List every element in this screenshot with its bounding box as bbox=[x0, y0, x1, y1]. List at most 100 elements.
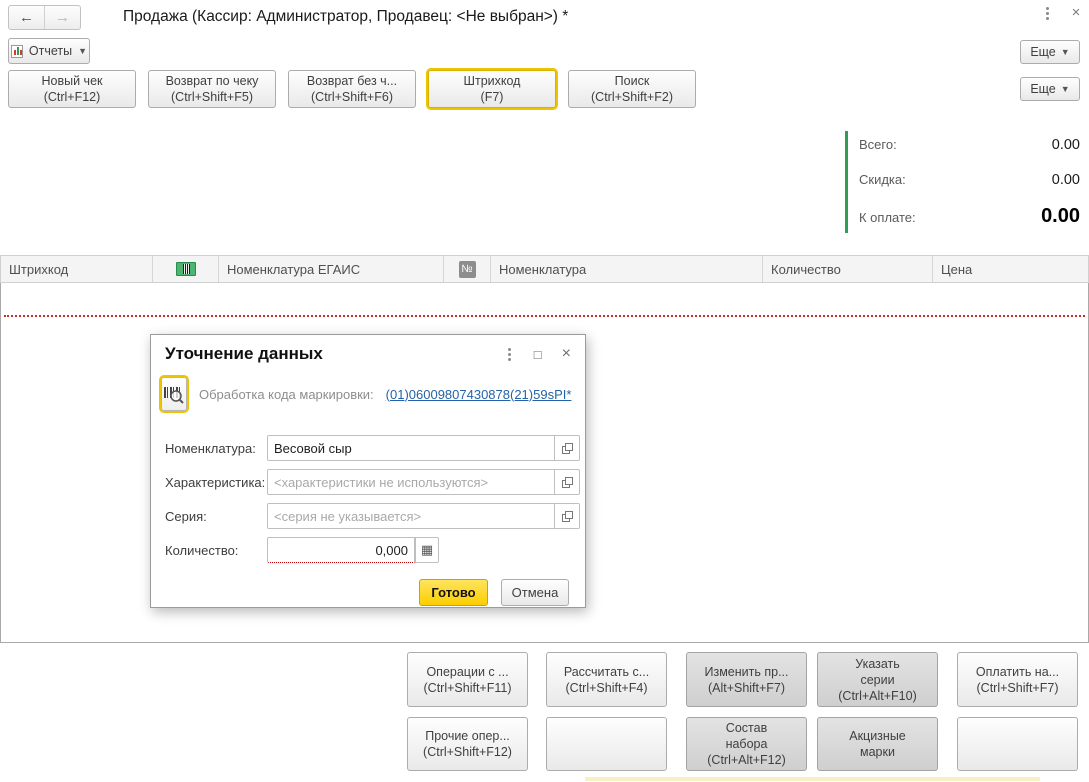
empty-action-button[interactable] bbox=[546, 717, 667, 771]
dialog-titlebar: Уточнение данных □ × bbox=[151, 335, 585, 373]
number-badge-icon: № bbox=[458, 260, 476, 278]
change-price-button[interactable]: Изменить пр... (Alt+Shift+F7) bbox=[686, 652, 807, 707]
total-row: Всего: 0.00 bbox=[859, 137, 1080, 153]
kit-contents-button[interactable]: Состав набора (Ctrl+Alt+F12) bbox=[686, 717, 807, 771]
items-table-header: Штрихкод Номенклатура ЕГАИС № Номенклату… bbox=[0, 255, 1089, 283]
marking-code-link[interactable]: (01)06009807430878(21)59sPI* bbox=[386, 387, 572, 402]
other-operations-button[interactable]: Прочие опер... (Ctrl+Shift+F12) bbox=[407, 717, 528, 771]
more-button-commandbar[interactable]: Еще ▼ bbox=[1020, 77, 1080, 101]
search-button[interactable]: Поиск (Ctrl+Shift+F2) bbox=[568, 70, 696, 108]
set-series-button[interactable]: Указать серии (Ctrl+Alt+F10) bbox=[817, 652, 938, 707]
data-clarification-dialog: Уточнение данных □ × Обработка кода марк… bbox=[150, 334, 586, 608]
excise-stamps-button[interactable]: Акцизные марки bbox=[817, 717, 938, 771]
pay-button[interactable]: Оплатить на... (Ctrl+Shift+F7) bbox=[957, 652, 1078, 707]
to-pay-label: К оплате: bbox=[859, 210, 916, 225]
required-row-indicator bbox=[4, 315, 1085, 317]
button-label: Оплатить на... bbox=[975, 664, 1060, 679]
back-icon: ← bbox=[19, 9, 34, 26]
button-label: Возврат по чеку bbox=[165, 74, 259, 88]
barcode-scan-icon bbox=[164, 387, 184, 404]
dialog-form: Номенклатура: Характеристика: Серия: Кол… bbox=[151, 411, 585, 563]
dialog-menu-button[interactable] bbox=[506, 347, 514, 361]
kebab-menu-icon bbox=[507, 348, 511, 351]
forward-button[interactable]: → bbox=[45, 6, 80, 29]
series-field[interactable] bbox=[267, 503, 555, 529]
series-label: Серия: bbox=[165, 508, 207, 524]
button-shortcut: (Ctrl+F12) bbox=[43, 90, 101, 104]
button-label: Изменить пр... bbox=[704, 664, 789, 679]
button-label: Рассчитать с... bbox=[563, 664, 650, 679]
marking-code-row: Обработка кода маркировки: (01)060098074… bbox=[151, 373, 585, 411]
characteristic-open-button[interactable] bbox=[555, 469, 580, 495]
button-label: Прочие опер... bbox=[425, 729, 510, 743]
marking-code-label: Обработка кода маркировки: bbox=[199, 386, 374, 402]
empty-action-button[interactable] bbox=[957, 717, 1078, 771]
window-close-button[interactable]: × bbox=[1068, 4, 1084, 21]
return-without-receipt-button[interactable]: Возврат без ч... (Ctrl+Shift+F6) bbox=[288, 70, 416, 108]
chevron-down-icon: ▼ bbox=[78, 46, 88, 56]
kebab-menu-icon bbox=[1046, 7, 1049, 10]
discount-row: Скидка: 0.00 bbox=[859, 172, 1080, 188]
characteristic-field[interactable] bbox=[267, 469, 555, 495]
chevron-down-icon: ▼ bbox=[1060, 47, 1070, 57]
pos-sale-window: ← → Продажа (Кассир: Администратор, Прод… bbox=[0, 0, 1089, 782]
open-icon bbox=[561, 442, 573, 454]
series-row: Серия: bbox=[165, 503, 585, 529]
column-egais-mark[interactable] bbox=[153, 256, 219, 282]
close-icon: × bbox=[561, 345, 571, 362]
total-value: 0.00 bbox=[1051, 137, 1080, 153]
column-nomenclature[interactable]: Номенклатура bbox=[491, 256, 763, 282]
total-label: Всего: bbox=[859, 137, 897, 152]
nomenclature-field[interactable] bbox=[267, 435, 555, 461]
chevron-down-icon: ▼ bbox=[1060, 84, 1070, 94]
button-shortcut: (Ctrl+Shift+F5) bbox=[171, 90, 253, 104]
maximize-icon: □ bbox=[533, 346, 542, 362]
return-by-receipt-button[interactable]: Возврат по чеку (Ctrl+Shift+F5) bbox=[148, 70, 276, 108]
quantity-field[interactable] bbox=[267, 537, 415, 563]
operations-with-button[interactable]: Операции с ... (Ctrl+Shift+F11) bbox=[407, 652, 528, 707]
more-label: Еще bbox=[1030, 82, 1056, 96]
egais-stamp-icon bbox=[175, 262, 196, 276]
button-shortcut: (Ctrl+Alt+F12) bbox=[707, 753, 786, 767]
characteristic-row: Характеристика: bbox=[165, 469, 585, 495]
column-egais-nomenclature[interactable]: Номенклатура ЕГАИС bbox=[219, 256, 444, 282]
back-button[interactable]: ← bbox=[9, 6, 45, 29]
column-price[interactable]: Цена bbox=[933, 256, 1088, 282]
new-receipt-button[interactable]: Новый чек (Ctrl+F12) bbox=[8, 70, 136, 108]
column-quantity[interactable]: Количество bbox=[763, 256, 933, 282]
nomenclature-open-button[interactable] bbox=[555, 435, 580, 461]
button-label: Поиск bbox=[614, 74, 650, 88]
done-button[interactable]: Готово bbox=[419, 579, 488, 606]
dialog-close-button[interactable]: × bbox=[562, 345, 571, 363]
cancel-button[interactable]: Отмена bbox=[501, 579, 569, 606]
window-menu-button[interactable] bbox=[1040, 6, 1054, 22]
button-label: Состав набора bbox=[725, 721, 768, 751]
button-label: Новый чек bbox=[41, 74, 103, 88]
scan-barcode-button[interactable] bbox=[161, 377, 187, 411]
report-chart-icon bbox=[10, 44, 23, 58]
discount-label: Скидка: bbox=[859, 172, 906, 187]
dialog-maximize-button[interactable]: □ bbox=[534, 347, 542, 362]
reports-button[interactable]: Отчеты ▼ bbox=[8, 38, 90, 64]
totals-panel: Всего: 0.00 Скидка: 0.00 К оплате: 0.00 bbox=[845, 131, 1081, 233]
barcode-button[interactable]: Штрихкод (F7) bbox=[428, 70, 556, 108]
more-button-top[interactable]: Еще ▼ bbox=[1020, 40, 1080, 64]
nomenclature-label: Номенклатура: bbox=[165, 440, 256, 456]
focus-strip bbox=[585, 777, 1040, 781]
calculate-button[interactable]: Рассчитать с... (Ctrl+Shift+F4) bbox=[546, 652, 667, 707]
column-barcode[interactable]: Штрихкод bbox=[1, 256, 153, 282]
nomenclature-row: Номенклатура: bbox=[165, 435, 585, 461]
button-shortcut: (Ctrl+Shift+F4) bbox=[565, 680, 648, 695]
characteristic-label: Характеристика: bbox=[165, 474, 266, 490]
forward-icon: → bbox=[55, 9, 70, 26]
calculator-button[interactable]: ▦ bbox=[415, 537, 439, 563]
button-shortcut: (F7) bbox=[480, 90, 504, 104]
button-shortcut: (Ctrl+Alt+F10) bbox=[838, 688, 917, 703]
calculator-icon: ▦ bbox=[420, 542, 434, 557]
series-open-button[interactable] bbox=[555, 503, 580, 529]
reports-label: Отчеты bbox=[28, 44, 73, 58]
open-icon bbox=[561, 476, 573, 488]
column-number[interactable]: № bbox=[444, 256, 491, 282]
quantity-label: Количество: bbox=[165, 542, 239, 558]
open-icon bbox=[561, 510, 573, 522]
